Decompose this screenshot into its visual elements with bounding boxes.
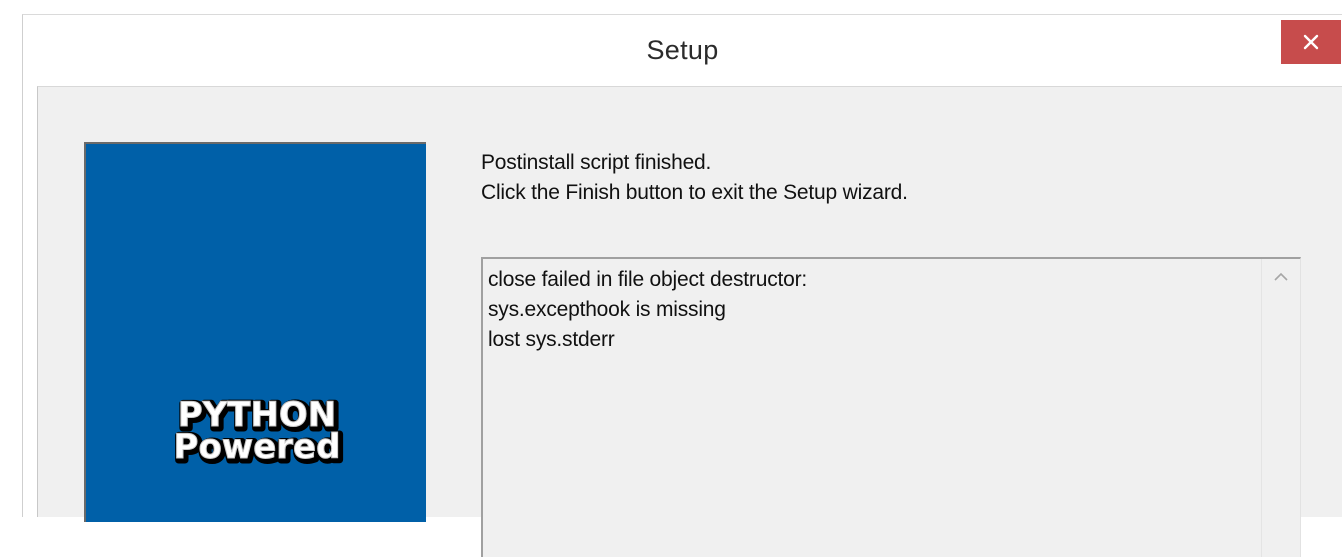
python-banner: PYTHON PYTHON Powered Powered <box>84 142 426 522</box>
desktop-background: Setup PYTHON PYTHON Powered Powered Post… <box>0 0 1342 557</box>
vertical-scrollbar[interactable] <box>1261 259 1300 557</box>
instruction-message: Click the Finish button to exit the Setu… <box>481 181 908 204</box>
close-button[interactable] <box>1281 20 1341 64</box>
title-bar[interactable]: Setup <box>23 15 1342 85</box>
setup-dialog: Setup PYTHON PYTHON Powered Powered Post… <box>22 14 1342 557</box>
logo-line-2: Powered <box>174 427 341 467</box>
chevron-up-icon <box>1274 272 1288 281</box>
log-line: sys.excepthook is missing <box>488 298 726 321</box>
python-powered-logo: PYTHON PYTHON Powered Powered <box>172 394 346 473</box>
window-title: Setup <box>646 35 719 65</box>
scroll-up-button[interactable] <box>1262 259 1300 295</box>
dialog-client-area: PYTHON PYTHON Powered Powered Postinstal… <box>37 86 1342 557</box>
log-text: close failed in file object destructor: … <box>488 265 1255 355</box>
status-message: Postinstall script finished. <box>481 151 712 174</box>
log-line: close failed in file object destructor: <box>488 268 808 291</box>
close-icon <box>1303 34 1319 50</box>
log-output-box[interactable]: close failed in file object destructor: … <box>481 257 1301 557</box>
log-line: lost sys.stderr <box>488 328 615 351</box>
